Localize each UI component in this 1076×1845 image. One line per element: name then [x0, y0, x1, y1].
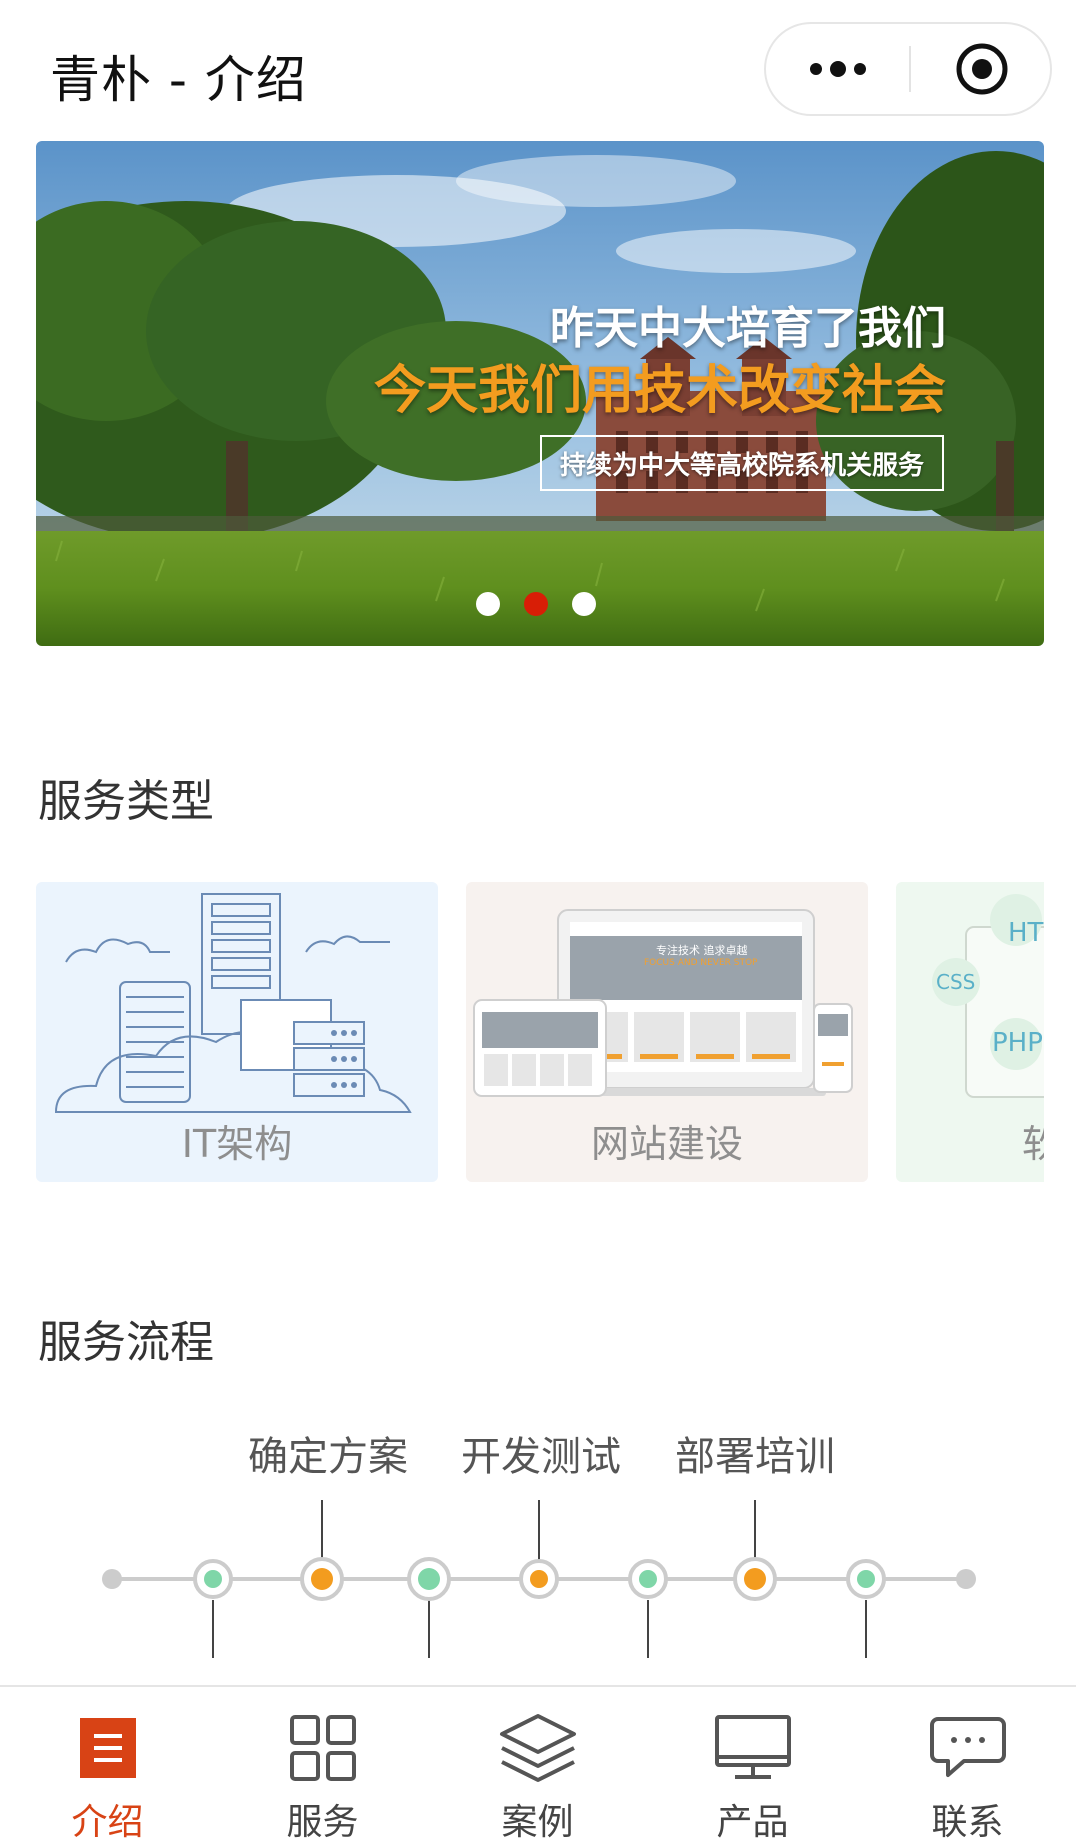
bottom-tab-bar: 介绍 服务 案例 产品 联系 [0, 1685, 1076, 1845]
tab-label: 服务 [286, 1802, 359, 1843]
layers-icon [498, 1709, 578, 1787]
banner-boxed-text: 持续为中大等高校院系机关服务 [540, 435, 944, 491]
tab-intro[interactable]: 介绍 [0, 1687, 215, 1845]
step-label: 确定方案 [248, 1434, 408, 1480]
tab-contact[interactable]: 联系 [860, 1687, 1075, 1845]
service-card-website[interactable]: 专注技术 追求卓越 FOCUS AND NEVER STOP 网站建设 [466, 882, 868, 1182]
carousel-dot-active[interactable] [524, 592, 548, 616]
tab-cases[interactable]: 案例 [430, 1687, 645, 1845]
grid-icon [283, 1709, 363, 1787]
service-card-software[interactable]: HTML CSS PHP 软 [896, 882, 1044, 1182]
step-label: 部署培训 [675, 1434, 835, 1480]
step-label: 开发测试 [461, 1434, 621, 1480]
chat-icon [928, 1709, 1008, 1787]
mockup-slogan: 专注技术 追求卓越 [656, 944, 748, 957]
carousel-indicator [476, 592, 596, 616]
tab-label: 案例 [501, 1802, 574, 1843]
nav-bar: 青朴 - 介绍 [0, 0, 1076, 140]
banner-carousel[interactable]: 昨天中大培育了我们 今天我们用技术改变社会 持续为中大等高校院系机关服务 [36, 141, 1044, 646]
services-section-title: 服务类型 [38, 776, 214, 827]
process-timeline [102, 1500, 976, 1658]
mini-program-capsule [764, 22, 1052, 116]
mockup-slogan-en: FOCUS AND NEVER STOP [644, 958, 758, 968]
tab-services[interactable]: 服务 [215, 1687, 430, 1845]
process-steps: 确定方案 开发测试 部署培训 [0, 1424, 1076, 1480]
target-close-icon[interactable] [911, 24, 1052, 114]
tab-label: 介绍 [71, 1802, 144, 1843]
service-card-label: 网站建设 [590, 1122, 743, 1166]
banner-headline: 昨天中大培育了我们 [550, 303, 946, 354]
tag-php: PHP [992, 1028, 1043, 1058]
banner-subheadline: 今天我们用技术改变社会 [373, 361, 946, 421]
service-cards-scroller[interactable]: IT架构 专注技术 追求卓越 FOCUS AND NEVER STOP 网站建设 [36, 882, 1044, 1182]
service-card-label: IT架构 [181, 1122, 293, 1166]
tab-products[interactable]: 产品 [645, 1687, 860, 1845]
carousel-dot[interactable] [476, 592, 500, 616]
service-card-it[interactable]: IT架构 [36, 882, 438, 1182]
tab-label: 联系 [931, 1802, 1004, 1843]
tag-html: HTML [1008, 918, 1044, 948]
process-section-title: 服务流程 [38, 1317, 214, 1368]
page-title: 青朴 - 介绍 [50, 51, 307, 109]
more-dots-icon[interactable] [766, 24, 910, 114]
monitor-icon [713, 1709, 793, 1787]
tab-label: 产品 [716, 1802, 789, 1843]
service-card-label: 软 [1022, 1122, 1044, 1166]
tag-css: CSS [936, 970, 976, 994]
carousel-dot[interactable] [572, 592, 596, 616]
intro-icon [68, 1709, 148, 1787]
